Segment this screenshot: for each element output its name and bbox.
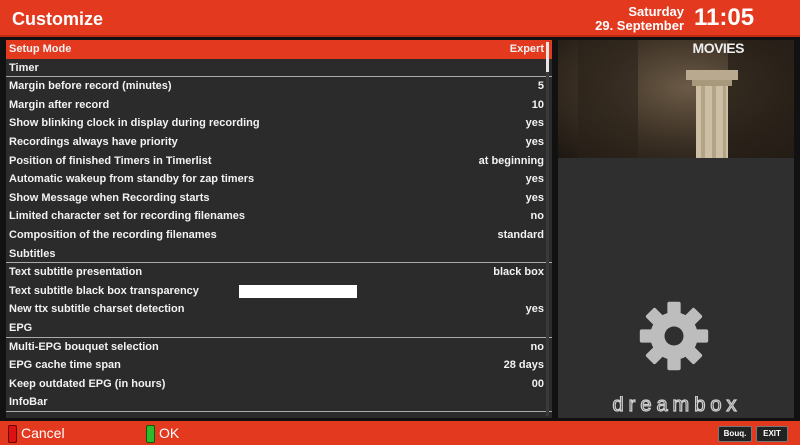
settings-row[interactable]: Automatic wakeup from standby for zap ti… [6, 170, 552, 189]
setting-label: Automatic wakeup from standby for zap ti… [9, 173, 255, 186]
tv-preview: MOVIES [558, 40, 794, 158]
setting-value: yes [525, 173, 544, 186]
side-panel: MOVIES dreambox [558, 40, 794, 418]
green-key-icon [146, 425, 155, 443]
settings-row[interactable]: Text subtitle black box transparency [6, 282, 552, 301]
setting-label: Margin before record (minutes) [9, 80, 172, 93]
setting-value: 5 [537, 80, 544, 93]
setting-value: standard [497, 228, 544, 241]
setting-label: Show Message when Recording starts [9, 191, 210, 204]
ok-button[interactable]: OK [159, 425, 179, 441]
clock-time: 11:05 [694, 4, 755, 31]
weekday-label: Saturday [628, 4, 684, 19]
setting-label: Setup Mode [9, 43, 72, 55]
section-header: Timer [6, 59, 552, 78]
settings-row[interactable]: Limited character set for recording file… [6, 207, 552, 226]
setting-value: Expert [509, 43, 544, 55]
setting-value: 10 [531, 98, 544, 111]
settings-row[interactable]: Margin before record (minutes) 5 [6, 77, 552, 96]
setting-value: yes [525, 303, 544, 316]
settings-row[interactable]: New ttx subtitle charset detection yes [6, 300, 552, 319]
transparency-slider[interactable] [239, 284, 357, 298]
preview-scene [578, 40, 794, 158]
settings-row[interactable]: Setup Mode Expert [6, 40, 552, 59]
settings-row[interactable]: Text subtitle presentation black box [6, 263, 552, 282]
gear-icon [639, 301, 709, 371]
settings-row[interactable]: Margin after record 10 [6, 96, 552, 115]
footer-bar: Cancel OK Bouq. EXIT [0, 421, 800, 445]
setting-label: Keep outdated EPG (in hours) [9, 377, 166, 390]
setting-label: Multi-EPG bouquet selection [9, 340, 159, 353]
channel-logo: MOVIES [692, 40, 745, 56]
setting-label: EPG [9, 321, 33, 334]
bouquet-key-button[interactable]: Bouq. [718, 426, 752, 442]
setting-label: New ttx subtitle charset detection [9, 303, 185, 316]
setting-label: Timer [9, 61, 39, 74]
section-header: Subtitles [6, 245, 552, 264]
setting-label: EPG cache time span [9, 359, 121, 372]
scrollbar-thumb[interactable] [546, 42, 549, 72]
settings-row[interactable]: Recordings always have priority yes [6, 133, 552, 152]
settings-row[interactable]: Composition of the recording filenames st… [6, 226, 552, 245]
settings-scrollbar[interactable] [546, 42, 549, 416]
settings-row[interactable]: Keep outdated EPG (in hours) 00 [6, 375, 552, 394]
setting-label: InfoBar [9, 396, 48, 409]
section-header: EPG [6, 319, 552, 338]
red-key-icon [8, 425, 17, 443]
setting-value: no [530, 340, 544, 353]
section-header: InfoBar [6, 393, 552, 412]
settings-row[interactable]: Show blinking clock in display during re… [6, 114, 552, 133]
brand-name: dreambox [613, 396, 742, 414]
settings-row[interactable]: Multi-EPG bouquet selection no [6, 338, 552, 357]
settings-row[interactable]: Show Message when Recording starts yes [6, 189, 552, 208]
cancel-button[interactable]: Cancel [21, 425, 65, 441]
setting-value: at beginning [478, 154, 544, 167]
setting-value: yes [525, 117, 544, 130]
setting-label: Text subtitle black box transparency [9, 284, 199, 297]
dreambox-logo: dreambox [612, 396, 742, 414]
setting-label: Show blinking clock in display during re… [9, 117, 260, 130]
setting-label: Text subtitle presentation [9, 266, 143, 279]
setting-value: black box [493, 266, 544, 279]
setting-value: 28 days [503, 359, 544, 372]
setting-label: Margin after record [9, 98, 110, 111]
setting-label: Position of finished Timers in Timerlist [9, 154, 212, 167]
setting-label: Recordings always have priority [9, 135, 178, 148]
setting-label: Limited character set for recording file… [9, 210, 245, 223]
setting-value: no [530, 210, 544, 223]
date-label: 29. September [595, 18, 684, 33]
setting-value: 00 [531, 377, 544, 390]
page-title: Customize [12, 9, 104, 29]
setting-value: yes [525, 135, 544, 148]
exit-key-button[interactable]: EXIT [756, 426, 788, 442]
settings-row[interactable]: EPG cache time span 28 days [6, 356, 552, 375]
settings-list[interactable]: Setup Mode Expert Timer Margin before recor… [6, 40, 552, 418]
setting-label: Subtitles [9, 247, 56, 260]
setting-value: yes [525, 191, 544, 204]
settings-row[interactable]: Position of finished Timers in Timerlist… [6, 152, 552, 171]
setting-label: Composition of the recording filenames [9, 228, 217, 241]
header-bar: Customize Saturday 29. September 11:05 [0, 0, 800, 37]
